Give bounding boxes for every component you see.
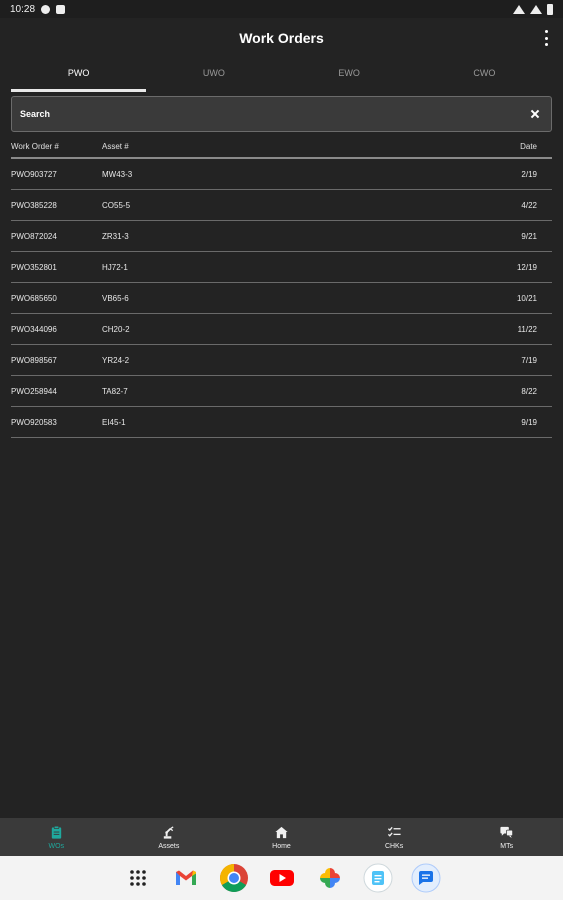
nav-label-home: Home [272,842,291,850]
nav-item-wos[interactable]: WOs [0,818,113,856]
cell-asset: MW43-3 [102,169,133,179]
cell-work-order: PWO920583 [11,417,57,427]
status-bar: 10:28 [0,0,563,18]
nav-item-mts[interactable]: MTs [450,818,563,856]
cell-date: 9/21 [521,231,537,241]
cell-asset: EI45-1 [102,417,126,427]
cell-asset: HJ72-1 [102,262,128,272]
table-row[interactable]: PWO920583 EI45-1 9/19 [11,407,552,438]
chrome-icon[interactable] [219,863,249,893]
cell-date: 10/21 [516,293,537,303]
cell-date: 12/19 [516,262,537,272]
wifi-icon [513,4,525,14]
gmail-icon[interactable] [171,863,201,893]
app-grid-icon[interactable] [123,863,153,893]
cell-date: 7/19 [521,355,537,365]
more-options-icon[interactable] [543,30,549,46]
cell-asset: TA82-7 [102,386,128,396]
table-header: Work Order # Asset # Date [11,136,552,159]
youtube-icon[interactable] [267,863,297,893]
nav-label-chks: CHKs [384,842,404,850]
column-header-work-order: Work Order # [11,142,59,151]
bottom-navigation: WOs Assets Home CHKs MTs [0,818,563,856]
table-row[interactable]: PWO344096 CH20-2 11/22 [11,314,552,345]
nav-label-wos: WOs [48,842,65,850]
nav-label-assets: Assets [158,842,180,850]
cell-date: 11/22 [517,324,537,334]
cell-date: 2/19 [521,169,537,179]
nav-label-mts: MTs [500,842,514,850]
signal-icon [530,4,542,14]
tab-pwo[interactable]: PWO [11,58,147,92]
cell-work-order: PWO903727 [11,169,57,179]
cell-work-order: PWO685650 [11,293,57,303]
clear-search-icon[interactable] [527,106,543,122]
tab-ewo[interactable]: EWO [282,58,417,92]
table-row[interactable]: PWO352801 HJ72-1 12/19 [11,252,552,283]
page-title: Work Orders [239,30,324,46]
work-orders-table: Work Order # Asset # Date PWO903727 MW43-… [11,136,552,438]
table-row[interactable]: PWO903727 MW43-3 2/19 [11,159,552,190]
status-time: 10:28 [10,3,36,15]
cell-asset: ZR31-3 [102,231,129,241]
cell-work-order: PWO344096 [11,324,57,334]
cell-date: 8/22 [521,386,537,396]
nav-item-assets[interactable]: Assets [113,818,226,856]
app-dock [0,856,563,900]
cell-work-order: PWO352801 [11,262,57,272]
search-input[interactable] [20,109,527,119]
table-row[interactable]: PWO258944 TA82-7 8/22 [11,376,552,407]
column-header-date: Date [520,142,537,151]
message-icon [500,826,514,838]
table-row[interactable]: PWO898567 YR24-2 7/19 [11,345,552,376]
search-bar [11,96,552,132]
battery-icon [547,3,553,15]
table-row[interactable]: PWO685650 VB65-6 10/21 [11,283,552,314]
nav-item-home[interactable]: Home [225,818,338,856]
cell-asset: CH20-2 [102,324,130,334]
tab-cwo[interactable]: CWO [417,58,552,92]
cell-asset: VB65-6 [102,293,129,303]
table-row[interactable]: PWO872024 ZR31-3 9/21 [11,221,552,252]
messages-icon[interactable] [411,863,441,893]
column-header-asset: Asset # [102,142,129,151]
notification-icon [41,4,51,14]
tab-bar: PWO UWO EWO CWO [11,58,552,92]
cell-asset: YR24-2 [102,355,130,365]
nav-item-chks[interactable]: CHKs [338,818,451,856]
app-bar: Work Orders [0,18,563,58]
cell-work-order: PWO385228 [11,200,57,210]
cell-work-order: PWO872024 [11,231,57,241]
storage-icon [56,4,66,14]
cell-date: 9/19 [521,417,537,427]
files-icon[interactable] [363,863,393,893]
photos-icon[interactable] [315,863,345,893]
checklist-icon [387,826,401,837]
robot-arm-icon [164,825,174,839]
table-row[interactable]: PWO385228 CO55-5 4/22 [11,190,552,221]
cell-work-order: PWO258944 [11,386,57,396]
cell-date: 4/22 [521,200,537,210]
cell-asset: CO55-5 [102,200,131,210]
tab-uwo[interactable]: UWO [146,58,281,92]
clipboard-icon [51,825,61,839]
cell-work-order: PWO898567 [11,355,57,365]
home-icon [275,826,288,838]
